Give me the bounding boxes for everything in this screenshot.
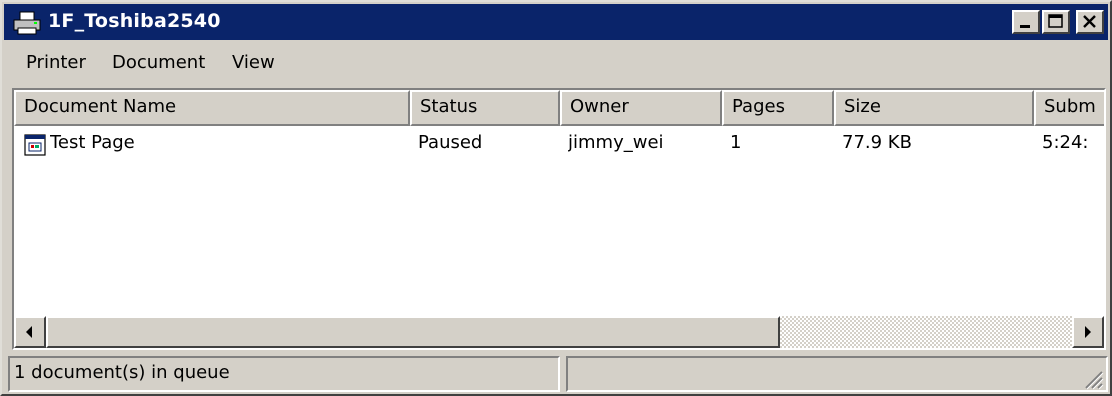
scroll-thumb[interactable]	[46, 316, 780, 348]
menu-document[interactable]: Document	[112, 52, 205, 73]
horizontal-scrollbar[interactable]	[14, 316, 1104, 348]
cell-status: Paused	[418, 132, 483, 153]
column-header-status[interactable]: Status	[410, 90, 560, 126]
menu-printer[interactable]: Printer	[26, 52, 86, 73]
document-icon	[24, 134, 46, 156]
status-bar: 1 document(s) in queue	[8, 356, 1108, 392]
print-queue-window: 1F_Toshiba2540 Printer Document View Doc…	[0, 0, 1112, 396]
column-header-submitted[interactable]: Subm	[1034, 90, 1104, 126]
maximize-icon	[1048, 14, 1063, 28]
column-header-row: Document Name Status Owner Pages Size Su…	[14, 90, 1104, 126]
status-text: 1 document(s) in queue	[8, 356, 560, 392]
column-header-pages[interactable]: Pages	[722, 90, 834, 126]
arrow-left-icon	[26, 326, 32, 338]
cell-pages: 1	[730, 132, 742, 153]
status-pane-secondary	[566, 356, 1108, 392]
scroll-track[interactable]	[46, 316, 1072, 348]
minimize-button[interactable]	[1012, 10, 1040, 34]
cell-size: 77.9 KB	[842, 132, 912, 153]
column-header-document-name[interactable]: Document Name	[14, 90, 410, 126]
cell-document-name: Test Page	[50, 132, 135, 153]
column-header-owner[interactable]: Owner	[560, 90, 722, 126]
cell-submitted: 5:24:	[1042, 132, 1089, 153]
resize-grip-icon[interactable]	[1080, 366, 1104, 390]
maximize-button[interactable]	[1042, 10, 1070, 34]
close-button[interactable]	[1076, 10, 1104, 34]
scroll-left-button[interactable]	[14, 316, 46, 348]
table-row[interactable]: Test Page Paused jimmy_wei 1 77.9 KB 5:2…	[14, 126, 1104, 162]
menu-bar: Printer Document View	[4, 42, 1108, 82]
printer-icon	[13, 11, 41, 35]
document-list[interactable]: Document Name Status Owner Pages Size Su…	[12, 88, 1106, 350]
title-bar[interactable]: 1F_Toshiba2540	[4, 4, 1108, 40]
menu-view[interactable]: View	[232, 52, 275, 73]
cell-owner: jimmy_wei	[568, 132, 664, 153]
arrow-right-icon	[1085, 326, 1091, 338]
scroll-right-button[interactable]	[1072, 316, 1104, 348]
minimize-icon	[1020, 25, 1030, 28]
close-icon	[1083, 15, 1096, 28]
window-title: 1F_Toshiba2540	[48, 10, 221, 32]
column-header-size[interactable]: Size	[834, 90, 1034, 126]
